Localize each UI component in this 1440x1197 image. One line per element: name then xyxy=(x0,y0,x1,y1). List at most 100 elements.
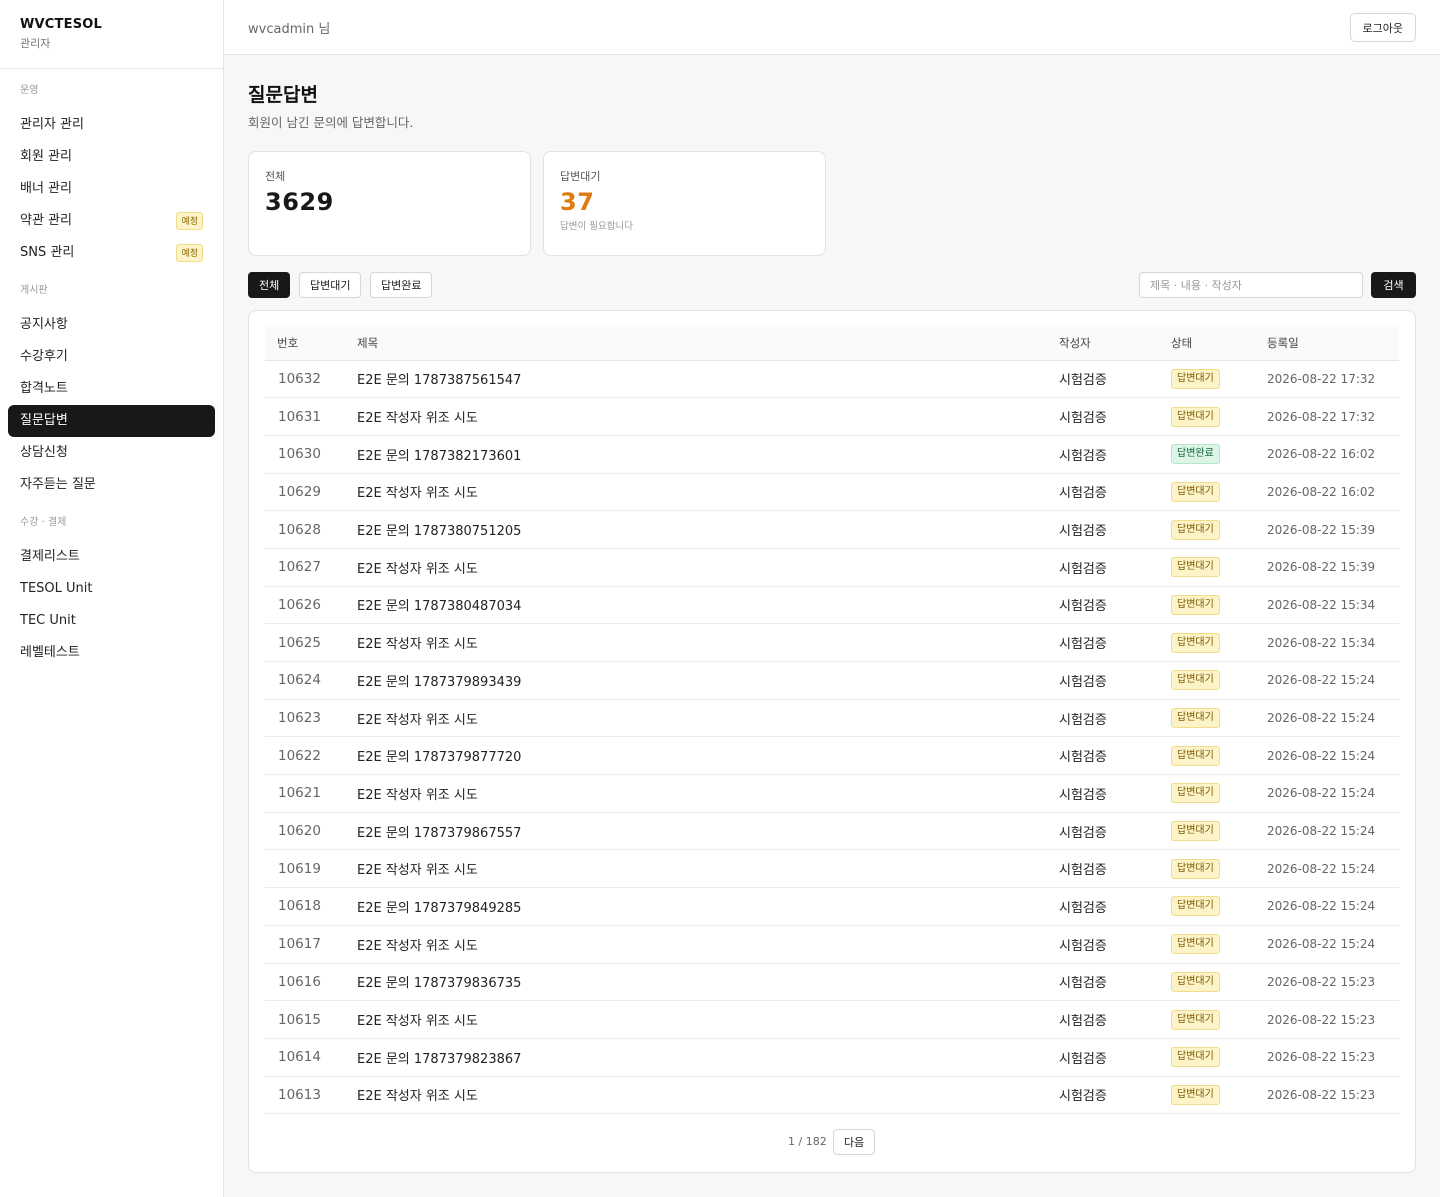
table-row[interactable]: 10624 E2E 문의 1787379893439 시험검증 답변대기 2026-08… xyxy=(265,662,1399,700)
row-author: 시험검증 xyxy=(1059,900,1107,916)
row-title[interactable]: E2E 문의 1787379877720 xyxy=(357,737,1059,775)
search-button[interactable]: 검색 xyxy=(1371,272,1416,298)
table-row[interactable]: 10618 E2E 문의 1787379849285 시험검증 답변대기 2026-08… xyxy=(265,888,1399,926)
table-row[interactable]: 10626 E2E 문의 1787380487034 시험검증 답변대기 2026-08… xyxy=(265,586,1399,624)
sidebar-item[interactable]: SNS 관리 예정 xyxy=(8,237,215,269)
row-title[interactable]: E2E 문의 1787380487034 xyxy=(357,586,1059,624)
sidebar-item[interactable]: TEC Unit xyxy=(8,605,215,637)
row-title[interactable]: E2E 문의 1787382173601 xyxy=(357,435,1059,473)
sidebar-item[interactable]: 배너 관리 xyxy=(8,173,215,205)
sidebar-item-label: 자주듣는 질문 xyxy=(20,477,96,492)
stat-value: 37 xyxy=(560,188,595,216)
sidebar-item[interactable]: 상담신청 xyxy=(8,437,215,469)
row-status-cell: 답변대기 xyxy=(1171,775,1267,813)
sidebar-item[interactable]: 합격노트 xyxy=(8,373,215,405)
table-row[interactable]: 10620 E2E 문의 1787379867557 시험검증 답변대기 2026-08… xyxy=(265,812,1399,850)
row-author: 시험검증 xyxy=(1059,825,1107,841)
row-title[interactable]: E2E 문의 1787379893439 xyxy=(357,662,1059,700)
row-title[interactable]: E2E 작성자 위조 시도 xyxy=(357,699,1059,737)
logout-button[interactable]: 로그아웃 xyxy=(1349,13,1416,42)
row-date: 2026-08-22 15:39 xyxy=(1267,522,1376,537)
sidebar-item-label: 결제리스트 xyxy=(20,549,80,564)
table-row[interactable]: 10613 E2E 작성자 위조 시도 시험검증 답변대기 2026-08-22 15:… xyxy=(265,1076,1399,1114)
sidebar-item-label: 상담신청 xyxy=(20,445,68,460)
row-title[interactable]: E2E 문의 1787387561547 xyxy=(357,360,1059,398)
stat-value: 3629 xyxy=(265,188,334,216)
row-number: 10613 xyxy=(278,1086,321,1103)
filter-all-button[interactable]: 전체 xyxy=(248,272,291,298)
row-author: 시험검증 xyxy=(1059,524,1107,540)
sidebar-item-label: 질문답변 xyxy=(20,413,68,428)
row-title[interactable]: E2E 문의 1787379823867 xyxy=(357,1038,1059,1076)
row-status-cell: 답변대기 xyxy=(1171,473,1267,511)
status-badge: 답변대기 xyxy=(1171,1084,1220,1105)
sidebar-item[interactable]: 자주듣는 질문 xyxy=(8,469,215,501)
row-title[interactable]: E2E 작성자 위조 시도 xyxy=(357,1001,1059,1039)
table-row[interactable]: 10616 E2E 문의 1787379836735 시험검증 답변대기 2026-08… xyxy=(265,963,1399,1001)
row-title[interactable]: E2E 작성자 위조 시도 xyxy=(357,925,1059,963)
row-title[interactable]: E2E 작성자 위조 시도 xyxy=(357,473,1059,511)
row-author: 시험검증 xyxy=(1059,712,1107,728)
brand-name[interactable]: WVCTESOL xyxy=(20,17,203,32)
next-page-button[interactable]: 다음 xyxy=(833,1129,876,1155)
table-row[interactable]: 10623 E2E 작성자 위조 시도 시험검증 답변대기 2026-08-22 15:… xyxy=(265,699,1399,737)
sidebar-item[interactable]: 레벨테스트 xyxy=(8,637,215,669)
table-row[interactable]: 10617 E2E 작성자 위조 시도 시험검증 답변대기 2026-08-22 15:… xyxy=(265,925,1399,963)
table-row[interactable]: 10625 E2E 작성자 위조 시도 시험검증 답변대기 2026-08-22 15:… xyxy=(265,624,1399,662)
row-status-cell: 답변대기 xyxy=(1171,511,1267,549)
row-date: 2026-08-22 15:34 xyxy=(1267,597,1376,612)
row-number: 10626 xyxy=(278,596,321,613)
status-badge: 답변대기 xyxy=(1171,971,1220,992)
row-date: 2026-08-22 15:24 xyxy=(1267,748,1376,763)
row-number: 10628 xyxy=(278,521,321,538)
table-row[interactable]: 10629 E2E 작성자 위조 시도 시험검증 답변대기 2026-08-22 16:… xyxy=(265,473,1399,511)
table-row[interactable]: 10627 E2E 작성자 위조 시도 시험검증 답변대기 2026-08-22 15:… xyxy=(265,548,1399,587)
row-title[interactable]: E2E 문의 1787380751205 xyxy=(357,511,1059,549)
row-number: 10622 xyxy=(278,747,321,764)
row-author: 시험검증 xyxy=(1059,1089,1107,1105)
sidebar-item[interactable]: 공지사항 xyxy=(8,309,215,341)
sidebar-item[interactable]: 질문답변 xyxy=(8,405,215,437)
table-row[interactable]: 10630 E2E 문의 1787382173601 시험검증 답변완료 2026-08… xyxy=(265,435,1399,474)
row-title[interactable]: E2E 작성자 위조 시도 xyxy=(357,398,1059,436)
table-row[interactable]: 10628 E2E 문의 1787380751205 시험검증 답변대기 2026-08… xyxy=(265,511,1399,549)
sidebar-item[interactable]: 관리자 관리 xyxy=(8,109,215,141)
table-row[interactable]: 10622 E2E 문의 1787379877720 시험검증 답변대기 2026-08… xyxy=(265,737,1399,775)
sidebar-item[interactable]: 회원 관리 xyxy=(8,141,215,173)
column-header-number[interactable]: 번호 xyxy=(265,327,357,360)
row-title[interactable]: E2E 작성자 위조 시도 xyxy=(357,850,1059,888)
sidebar-item[interactable]: 수강후기 xyxy=(8,341,215,373)
filter-waiting-button[interactable]: 답변대기 xyxy=(299,272,362,298)
table-row[interactable]: 10619 E2E 작성자 위조 시도 시험검증 답변대기 2026-08-22 15:… xyxy=(265,850,1399,888)
row-title[interactable]: E2E 문의 1787379849285 xyxy=(357,888,1059,926)
row-title[interactable]: E2E 작성자 위조 시도 xyxy=(357,624,1059,662)
status-badge: 답변대기 xyxy=(1171,934,1220,955)
sidebar-item[interactable]: 약관 관리 예정 xyxy=(8,205,215,237)
table-row[interactable]: 10631 E2E 작성자 위조 시도 시험검증 답변대기 2026-08-22 17:… xyxy=(265,398,1399,436)
row-date: 2026-08-22 16:02 xyxy=(1267,484,1376,499)
row-title[interactable]: E2E 문의 1787379867557 xyxy=(357,812,1059,850)
search-input[interactable] xyxy=(1139,272,1363,298)
status-badge: 답변대기 xyxy=(1171,406,1220,427)
filter-done-button[interactable]: 답변완료 xyxy=(370,272,433,298)
row-title[interactable]: E2E 작성자 위조 시도 xyxy=(357,775,1059,813)
sidebar-item[interactable]: 결제리스트 xyxy=(8,541,215,573)
row-status-cell: 답변대기 xyxy=(1171,850,1267,888)
row-title[interactable]: E2E 작성자 위조 시도 xyxy=(357,548,1059,586)
status-badge: 답변대기 xyxy=(1171,670,1220,691)
table-row[interactable]: 10614 E2E 문의 1787379823867 시험검증 답변대기 2026-08… xyxy=(265,1038,1399,1077)
table-row[interactable]: 10632 E2E 문의 1787387561547 시험검증 답변대기 2026-08… xyxy=(265,360,1399,398)
sidebar-item[interactable]: TESOL Unit xyxy=(8,573,215,605)
row-title[interactable]: E2E 문의 1787379836735 xyxy=(357,963,1059,1001)
row-number: 10615 xyxy=(278,1011,321,1028)
table-row[interactable]: 10621 E2E 작성자 위조 시도 시험검증 답변대기 2026-08-22 15:… xyxy=(265,775,1399,813)
column-header-date[interactable]: 등록일 xyxy=(1267,327,1399,360)
column-header-author[interactable]: 작성자 xyxy=(1059,327,1171,360)
row-number: 10618 xyxy=(278,898,321,915)
row-title[interactable]: E2E 작성자 위조 시도 xyxy=(357,1076,1059,1114)
column-header-status[interactable]: 상태 xyxy=(1171,327,1267,360)
column-header-title[interactable]: 제목 xyxy=(357,327,1059,360)
nav-section-heading: 운영 xyxy=(20,85,39,96)
row-date: 2026-08-22 15:24 xyxy=(1267,937,1376,952)
table-row[interactable]: 10615 E2E 작성자 위조 시도 시험검증 답변대기 2026-08-22 15:… xyxy=(265,1001,1399,1039)
